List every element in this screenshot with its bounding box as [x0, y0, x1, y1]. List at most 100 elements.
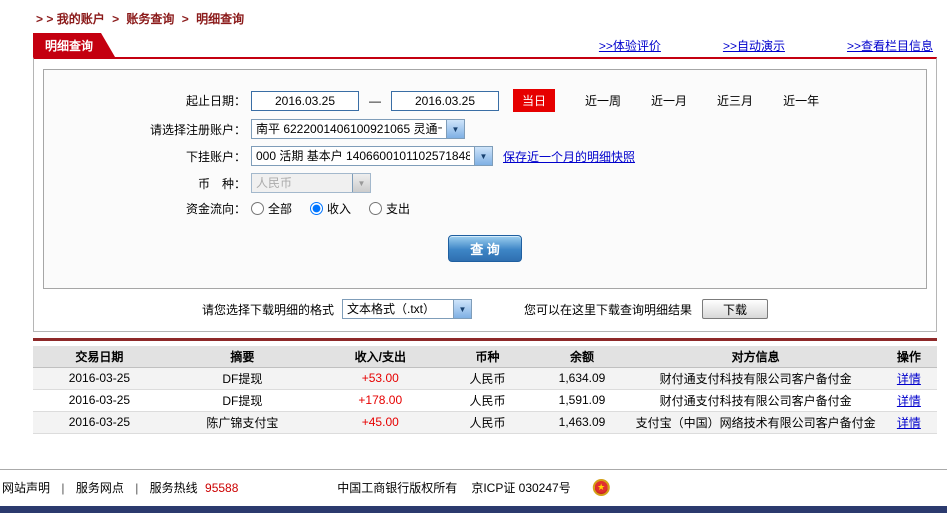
cell-summary: 陈广锦支付宝: [165, 411, 319, 434]
hotline-label: 服务热线: [149, 481, 198, 495]
footer: 网站声明 | 服务网点 | 服务热线 95588 中国工商银行版权所有 京ICP…: [0, 469, 947, 506]
flow-radio-expense[interactable]: [369, 202, 383, 215]
footer-pipe: |: [61, 481, 65, 495]
service-branches-link[interactable]: 服务网点: [76, 481, 124, 495]
tab-label: 明细查询: [45, 39, 94, 53]
table-header-row: 交易日期 摘要 收入/支出 币种 余额 对方信息 操作: [33, 346, 937, 368]
breadcrumb-my-account[interactable]: 我的账户: [57, 12, 105, 26]
register-account-row: 请选择注册账户： 南平 6222001406100921065 灵通卡: [44, 119, 926, 139]
cell-date: 2016-03-25: [33, 411, 166, 434]
range-last-year[interactable]: 近一年: [783, 92, 819, 109]
cell-amount: +45.00: [319, 411, 442, 434]
table-row: 2016-03-25 DF提现 +53.00 人民币 1,634.09 财付通支…: [33, 367, 937, 390]
cell-balance: 1,591.09: [533, 389, 631, 412]
results-divider: [33, 338, 937, 341]
cell-summary: DF提现: [165, 389, 319, 412]
query-button[interactable]: 查 询: [448, 235, 522, 262]
link-column-info[interactable]: >>查看栏目信息: [847, 37, 933, 54]
breadcrumb-detail-query[interactable]: 明细查询: [196, 12, 244, 26]
tab-row: 明细查询 >>体验评价 >>自动演示 >>查看栏目信息: [33, 35, 937, 57]
col-balance: 余额: [533, 346, 631, 368]
range-last-month[interactable]: 近一月: [651, 92, 687, 109]
currency-select-wrap: 人民币: [251, 173, 371, 193]
sub-account-label: 下挂账户：: [185, 149, 246, 164]
breadcrumb-separator: >: [181, 12, 189, 26]
flow-option-expense-label: 支出: [386, 202, 411, 216]
col-date: 交易日期: [33, 346, 166, 368]
cell-currency: 人民币: [441, 389, 534, 412]
cell-balance: 1,634.09: [533, 367, 631, 390]
copyright-text: 中国工商银行版权所有: [337, 481, 458, 495]
flow-option-income-label: 收入: [327, 202, 352, 216]
footer-copyright: 中国工商银行版权所有 京ICP证 030247号 ★: [337, 479, 610, 496]
col-counterparty: 对方信息: [630, 346, 881, 368]
flow-option-all-label: 全部: [268, 202, 293, 216]
flow-row: 资金流向： 全部 收入 支出: [44, 200, 926, 217]
cell-counterparty: 财付通支付科技有限公司客户备付金: [630, 389, 881, 412]
download-result-label: 您可以在这里下载查询明细结果: [524, 302, 693, 317]
breadcrumb-prefix: > >: [36, 12, 54, 26]
cell-currency: 人民币: [441, 367, 534, 390]
col-action: 操作: [880, 346, 937, 368]
cell-date: 2016-03-25: [33, 367, 166, 390]
query-button-row: 查 询: [44, 235, 926, 262]
cell-balance: 1,463.09: [533, 411, 631, 434]
range-last-quarter[interactable]: 近三月: [717, 92, 753, 109]
query-form: 起止日期： — 当日 近一周 近一月 近三月 近一年 请选择注册账户：: [43, 69, 927, 289]
range-last-week[interactable]: 近一周: [585, 92, 621, 109]
cell-date: 2016-03-25: [33, 389, 166, 412]
link-auto-demo[interactable]: >>自动演示: [723, 37, 785, 54]
breadcrumb: > > 我的账户 > 账务查询 > 明细查询: [36, 10, 947, 27]
register-account-select-wrap: 南平 6222001406100921065 灵通卡: [251, 119, 465, 139]
download-section: 请您选择下载明细的格式 文本格式（.txt） 您可以在这里下载查询明细结果 下载: [43, 289, 927, 325]
main-content: 明细查询 >>体验评价 >>自动演示 >>查看栏目信息 起止日期： — 当日 近…: [33, 35, 937, 434]
col-amount: 收入/支出: [319, 346, 442, 368]
sub-account-row: 下挂账户： 000 活期 基本户 1406600101102571848 保存近…: [44, 146, 926, 166]
flow-option-income[interactable]: 收入: [310, 200, 351, 217]
breadcrumb-separator: >: [112, 12, 120, 26]
cell-amount: +178.00: [319, 389, 442, 412]
date-to-input[interactable]: [391, 90, 499, 111]
icp-text: 京ICP证 030247号: [471, 481, 571, 495]
currency-label: 币 种：: [197, 176, 246, 191]
sub-account-select[interactable]: 000 活期 基本户 1406600101102571848: [251, 146, 493, 166]
currency-row: 币 种： 人民币: [44, 173, 926, 193]
results-table: 交易日期 摘要 收入/支出 币种 余额 对方信息 操作 2016-03-25 D…: [33, 346, 937, 434]
hotline-number: 95588: [205, 481, 239, 495]
top-links: >>体验评价 >>自动演示 >>查看栏目信息: [599, 37, 937, 57]
cell-currency: 人民币: [441, 411, 534, 434]
bottom-navy-bar: [0, 506, 947, 513]
flow-radio-all[interactable]: [251, 202, 264, 215]
detail-link[interactable]: 详情: [897, 416, 921, 430]
site-statement-link[interactable]: 网站声明: [2, 481, 50, 495]
date-range-label: 起止日期：: [185, 94, 246, 108]
cell-action: 详情: [880, 411, 937, 434]
save-snapshot-link[interactable]: 保存近一个月的明细快照: [503, 148, 635, 165]
download-format-select-wrap: 文本格式（.txt）: [342, 299, 472, 319]
download-format-select[interactable]: 文本格式（.txt）: [342, 299, 472, 319]
query-panel: 起止日期： — 当日 近一周 近一月 近三月 近一年 请选择注册账户：: [33, 57, 937, 332]
cell-action: 详情: [880, 367, 937, 390]
cell-action: 详情: [880, 389, 937, 412]
download-format-label: 请您选择下载明细的格式: [201, 302, 334, 317]
link-experience-review[interactable]: >>体验评价: [599, 37, 661, 54]
date-dash: —: [369, 93, 381, 108]
date-range-row: 起止日期： — 当日 近一周 近一月 近三月 近一年: [44, 89, 926, 112]
flow-option-all[interactable]: 全部: [251, 200, 292, 217]
breadcrumb-account-query[interactable]: 账务查询: [126, 12, 174, 26]
today-button[interactable]: 当日: [513, 89, 556, 112]
tab-detail-query[interactable]: 明细查询: [33, 33, 115, 57]
detail-link[interactable]: 详情: [897, 394, 921, 408]
flow-radio-income[interactable]: [310, 202, 324, 215]
download-button[interactable]: 下载: [702, 299, 769, 319]
register-account-select[interactable]: 南平 6222001406100921065 灵通卡: [251, 119, 465, 139]
register-account-label: 请选择注册账户：: [149, 122, 246, 137]
flow-option-expense[interactable]: 支出: [369, 200, 410, 217]
table-row: 2016-03-25 陈广锦支付宝 +45.00 人民币 1,463.09 支付…: [33, 411, 937, 434]
currency-select: 人民币: [251, 173, 371, 193]
cell-summary: DF提现: [165, 367, 319, 390]
cell-amount: +53.00: [319, 367, 442, 390]
footer-pipe: |: [135, 481, 139, 495]
date-from-input[interactable]: [251, 90, 359, 111]
detail-link[interactable]: 详情: [897, 372, 921, 386]
